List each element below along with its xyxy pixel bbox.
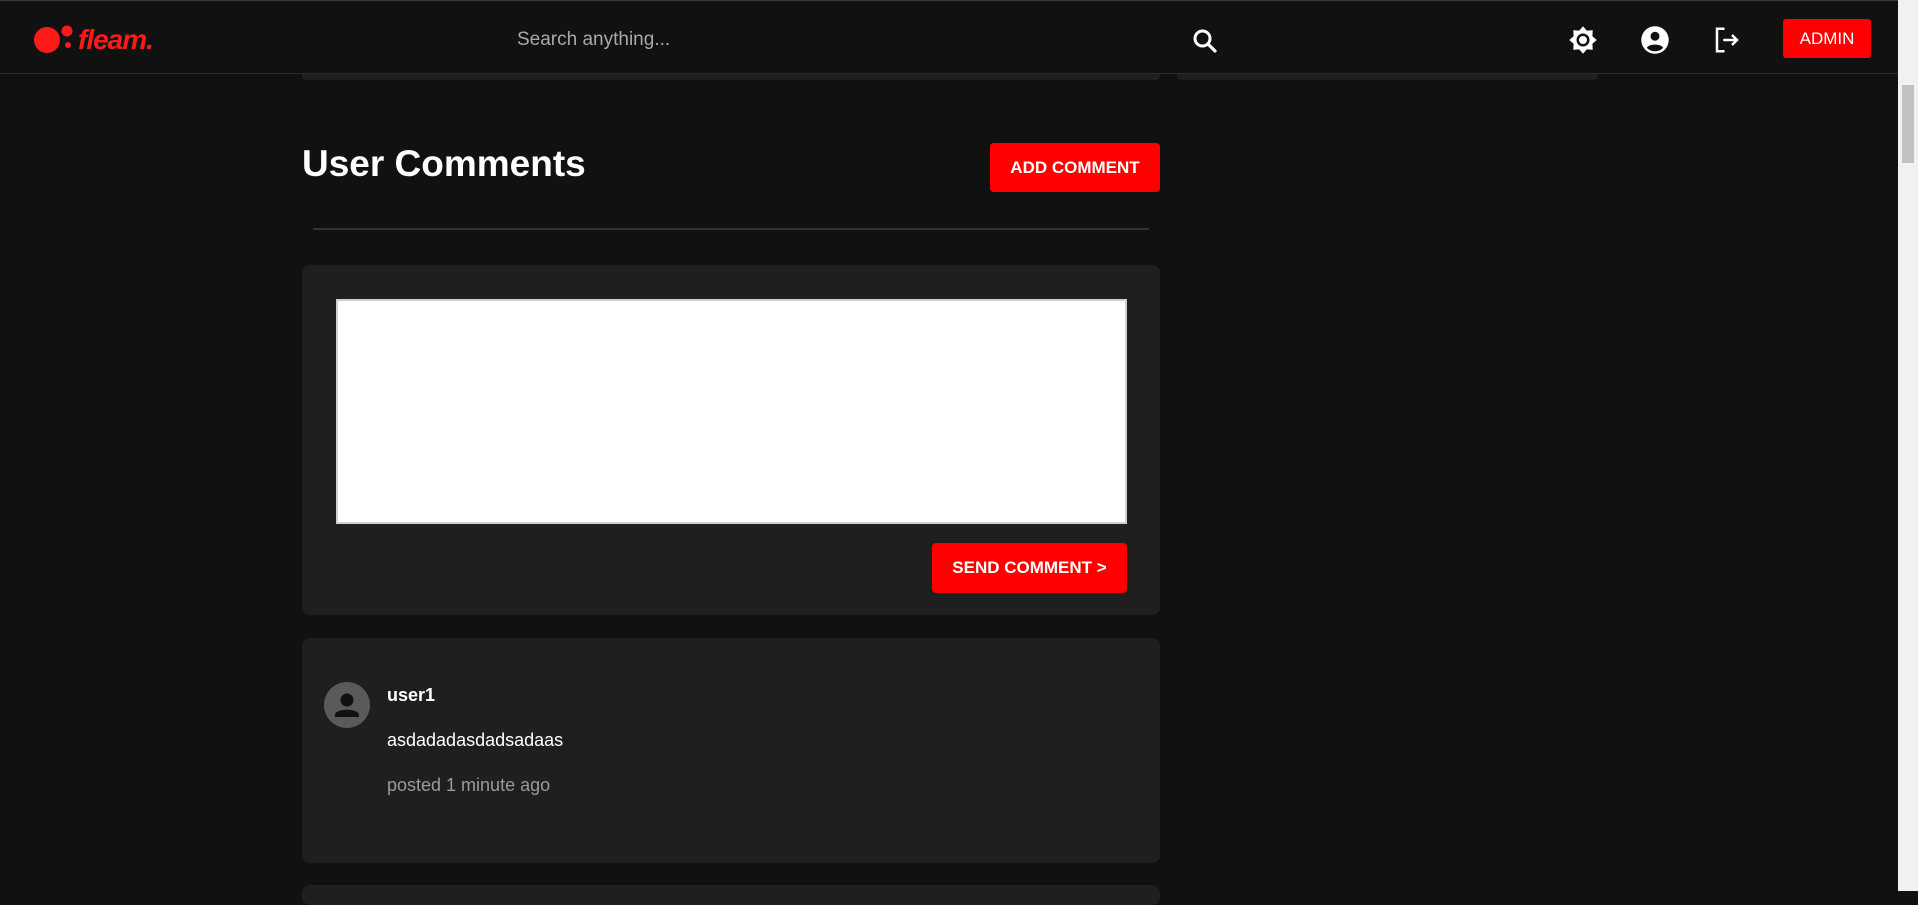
add-comment-button[interactable]: ADD COMMENT: [990, 143, 1160, 192]
fleam-logo[interactable]: fleam.: [34, 23, 154, 57]
avatar: [324, 682, 370, 728]
search-input[interactable]: [515, 23, 1169, 57]
send-comment-button[interactable]: SEND COMMENT >: [932, 543, 1127, 593]
person-icon: [335, 693, 359, 717]
top-navigation-bar: fleam. ADMIN: [0, 0, 1898, 74]
page-title: User Comments: [302, 143, 586, 184]
section-divider: [313, 228, 1149, 230]
search-button[interactable]: [1190, 26, 1220, 56]
account-circle-icon: [1641, 26, 1669, 54]
next-comment-card-edge: [302, 885, 1160, 905]
brightness-icon: [1569, 26, 1597, 54]
comment-composer: SEND COMMENT >: [302, 265, 1160, 615]
account-button[interactable]: [1638, 23, 1672, 57]
comment-timestamp: posted 1 minute ago: [387, 775, 551, 795]
comment-textarea[interactable]: [336, 299, 1127, 524]
theme-toggle-button[interactable]: [1566, 23, 1600, 57]
scrollbar-thumb[interactable]: [1902, 85, 1914, 163]
logout-icon: [1715, 27, 1739, 53]
side-panel-edge: [1177, 74, 1598, 80]
logout-button[interactable]: [1710, 23, 1744, 57]
previous-card-edge: [302, 74, 1160, 80]
logo-text: fleam.: [78, 24, 154, 55]
comment-author[interactable]: user1: [387, 685, 435, 706]
comment-body: asdadadasdadsadaas: [387, 730, 564, 750]
search-icon: [1193, 29, 1217, 53]
comment-card: user1 asdadadasdadsadaas posted 1 minute…: [302, 638, 1160, 863]
admin-button[interactable]: ADMIN: [1783, 19, 1871, 58]
logo-mark-icon: [34, 25, 73, 53]
